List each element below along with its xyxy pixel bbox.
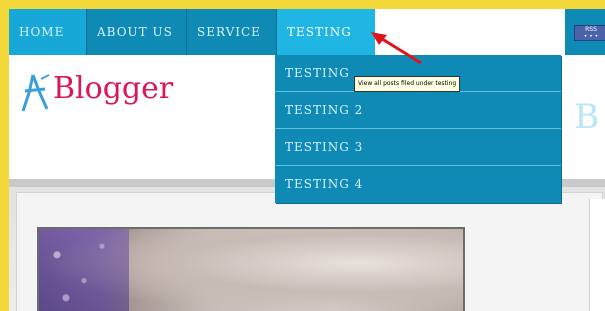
blogger-figure-icon — [21, 74, 50, 112]
dropdown-item-testing-4[interactable]: TESTING 4 — [275, 166, 561, 203]
top-navigation: HOME ABOUT US SERVICE TESTING RSS • • • — [9, 9, 605, 55]
browser-viewport: HOME ABOUT US SERVICE TESTING RSS • • • B… — [9, 9, 605, 311]
post-image[interactable] — [37, 227, 465, 311]
rss-badge-icon[interactable]: RSS • • • — [574, 25, 605, 41]
tooltip: View all posts filed under testing — [354, 76, 461, 92]
nav-service[interactable]: SERVICE — [187, 9, 277, 55]
sidebar-panel — [589, 199, 605, 311]
nav-about-us[interactable]: ABOUT US — [87, 9, 187, 55]
nav-testing[interactable]: TESTING — [277, 9, 375, 55]
dropdown-item-testing-2[interactable]: TESTING 2 — [275, 92, 561, 129]
red-arrow-icon — [371, 32, 422, 65]
blog-logo-text[interactable]: Blogger — [53, 71, 173, 106]
nav-home[interactable]: HOME — [9, 9, 87, 55]
dropdown-item-testing-3[interactable]: TESTING 3 — [275, 129, 561, 166]
